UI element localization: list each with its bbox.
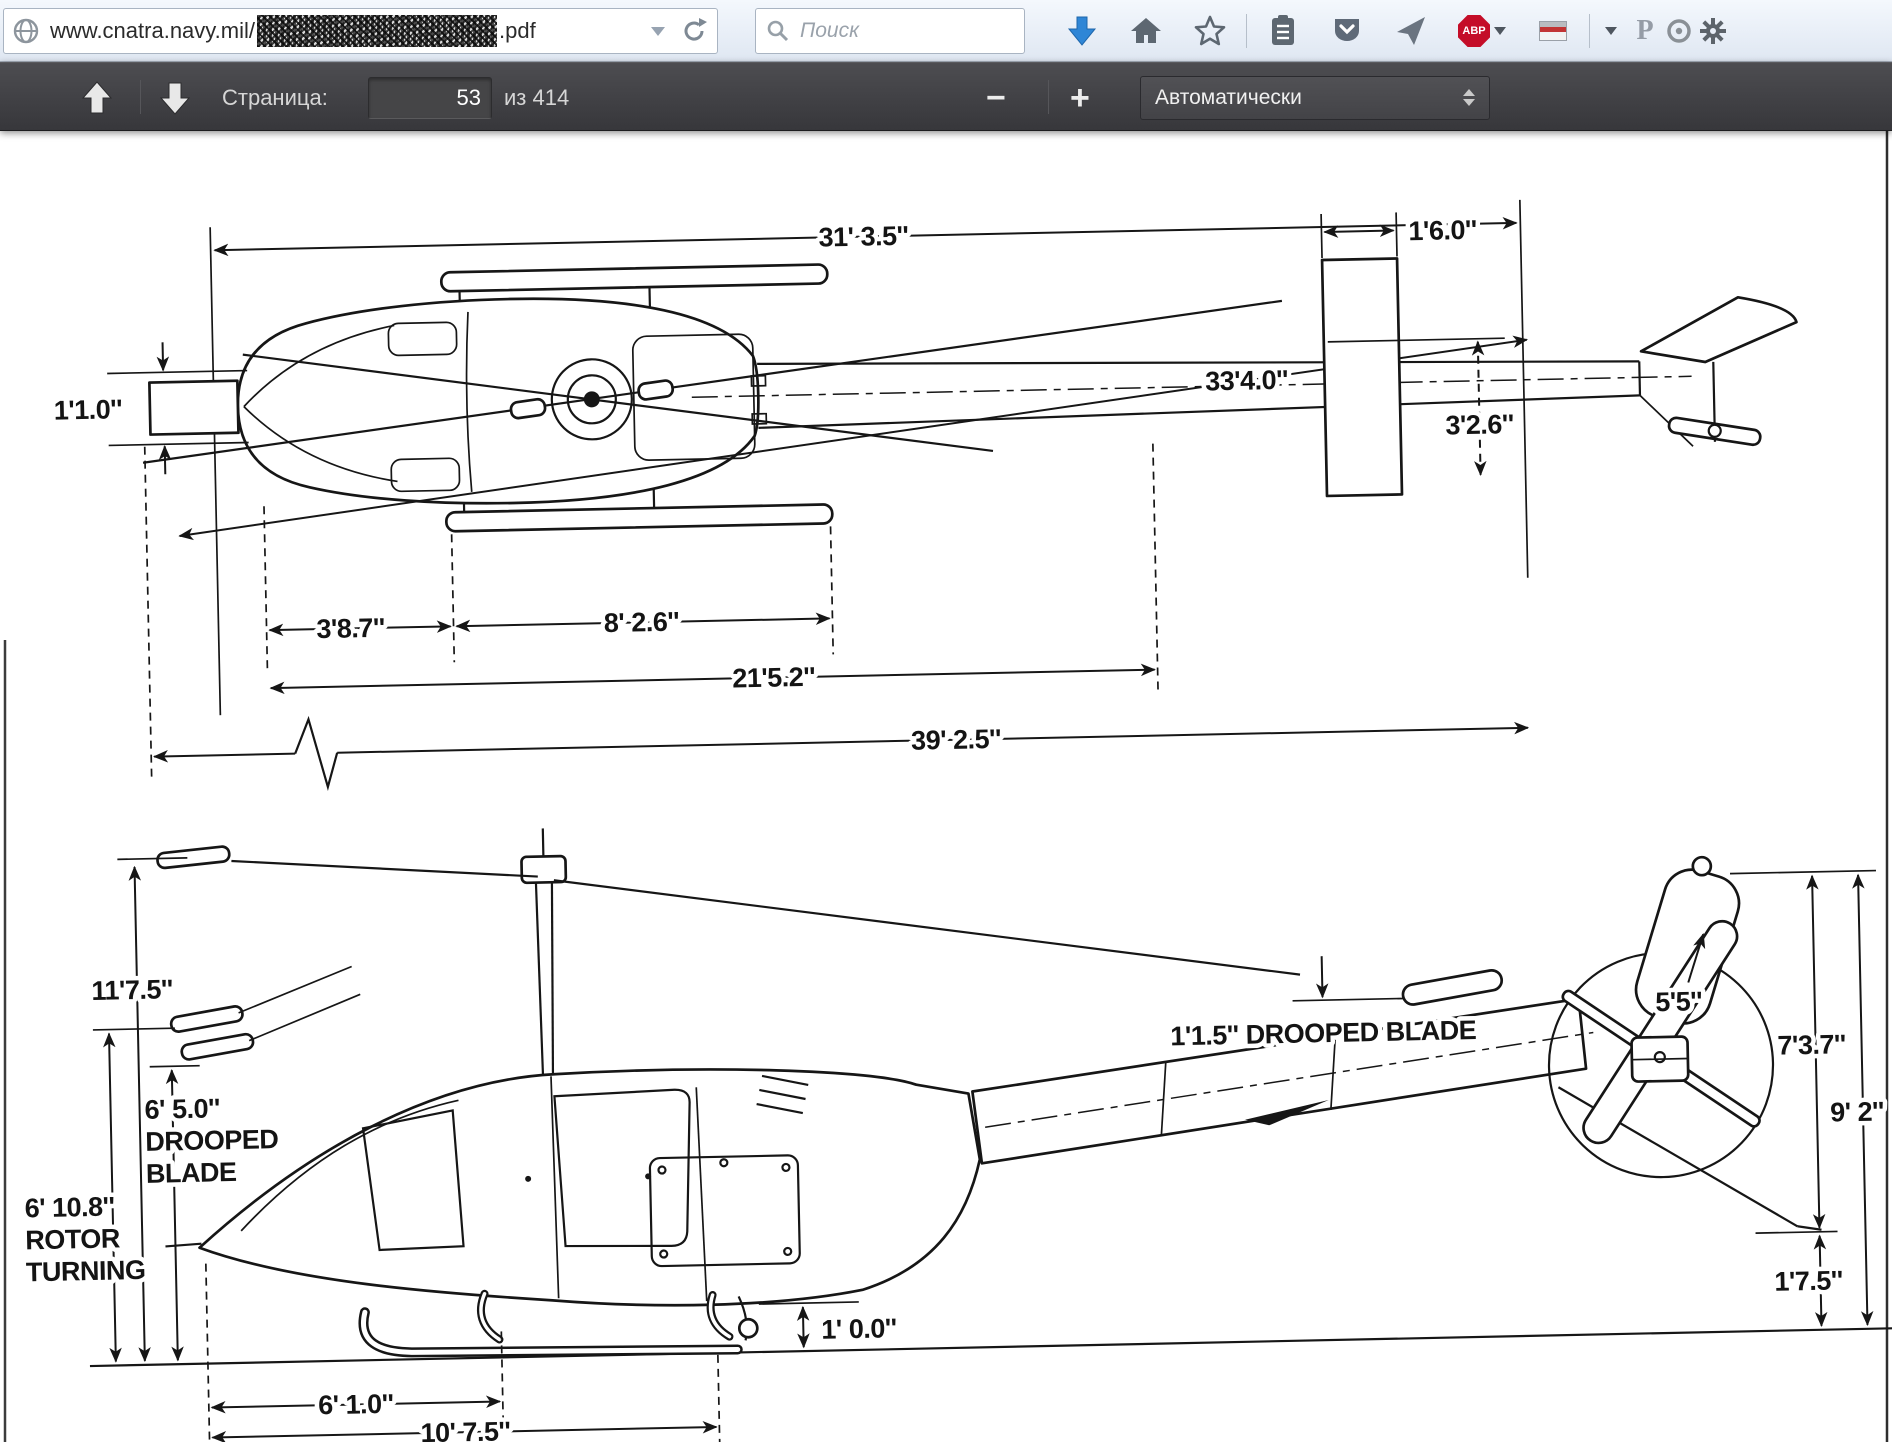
url-text-suffix: .pdf — [499, 18, 536, 44]
zoom-out-label: − — [986, 83, 1006, 113]
dim-stabilizer-span: 3'2.6'' — [1445, 409, 1514, 440]
toolbar-separator — [1246, 14, 1247, 48]
dim-tail-rotor-top-height: 7'3.7'' — [1777, 1029, 1846, 1060]
side-view-drawing: 5'5'' — [17, 800, 1892, 1442]
dim-rotor-head-height: 11'7.5'' — [91, 974, 173, 1006]
pocket-icon — [1332, 16, 1362, 46]
browser-toolbar: www.cnatra.navy.mil/ .pdf — [0, 0, 1892, 62]
dim-rotor-turning-word1: ROTOR — [25, 1223, 120, 1255]
url-text-prefix: www.cnatra.navy.mil/ — [50, 18, 255, 44]
url-history-dropdown[interactable] — [651, 27, 665, 36]
star-icon — [1194, 15, 1226, 47]
zoom-in-label: + — [1070, 83, 1090, 113]
globe-icon — [12, 17, 40, 45]
overflow-caret-icon — [1605, 27, 1617, 35]
overflow-menu-button[interactable] — [1594, 0, 1628, 62]
next-page-button[interactable] — [158, 63, 192, 132]
dim-front-drooped-blade-word1: DROOPED — [145, 1124, 279, 1157]
dim-skid-length: 8' 2.6'' — [604, 607, 680, 639]
toolbar-separator-2 — [1589, 14, 1590, 48]
settings-button[interactable] — [1696, 0, 1730, 62]
reading-list-button[interactable] — [1251, 0, 1315, 62]
arrow-down-icon — [158, 80, 192, 116]
sync-circle-icon — [1665, 17, 1693, 45]
send-tab-button[interactable] — [1379, 0, 1443, 62]
flag-image-icon — [1539, 21, 1567, 41]
home-icon — [1130, 16, 1162, 46]
dim-nose-width: 1'1.0'' — [53, 394, 122, 425]
dim-tail-drooped-blade: 1'1.5'' DROOPED BLADE — [1170, 1015, 1476, 1051]
download-button[interactable] — [1050, 0, 1114, 62]
zoom-mode-select[interactable]: Автоматически — [1140, 76, 1490, 120]
dim-front-drooped-blade-word2: BLADE — [146, 1157, 237, 1189]
dim-overall-tail-height: 9' 2'' — [1830, 1096, 1884, 1127]
bookmark-button[interactable] — [1178, 0, 1242, 62]
adblock-icon: ABP — [1458, 15, 1490, 47]
flag-extension-button[interactable] — [1521, 0, 1585, 62]
dim-nose-to-skid-rear: 10' 7.5'' — [420, 1416, 511, 1442]
gear-icon — [1699, 17, 1727, 45]
top-view-drawing: 31' 3.5'' 1'1.0'' — [50, 194, 1806, 792]
zoom-in-button[interactable]: + — [1070, 63, 1090, 132]
dim-rotor-tip-to-tip: 33'4.0'' — [1205, 365, 1289, 397]
arrow-up-icon — [80, 80, 114, 116]
url-bar[interactable]: www.cnatra.navy.mil/ .pdf — [3, 8, 718, 54]
page-number-input[interactable] — [368, 77, 492, 119]
zoom-out-button[interactable]: − — [986, 63, 1006, 132]
reload-icon[interactable] — [679, 16, 709, 46]
pdf-toolbar-separator-2 — [1048, 80, 1049, 114]
clipboard-icon — [1269, 15, 1297, 47]
search-icon — [766, 19, 790, 43]
page-label: Страница: — [222, 85, 328, 111]
dim-front-drooped-blade: 6' 5.0'' — [144, 1093, 220, 1125]
search-input[interactable] — [800, 19, 1000, 43]
sync-button[interactable] — [1662, 0, 1696, 62]
zoom-mode-value: Автоматически — [1155, 86, 1302, 110]
home-button[interactable] — [1114, 0, 1178, 62]
dim-fuselage-length: 21'5.2'' — [732, 662, 816, 694]
helicopter-dimension-diagram: 31' 3.5'' 1'1.0'' — [0, 0, 1892, 1442]
previous-page-button[interactable] — [80, 63, 114, 132]
pdf-viewer-toolbar: Страница: из 414 − + Автоматически — [0, 62, 1892, 131]
pocket-button[interactable] — [1315, 0, 1379, 62]
dim-tail-skid-clearance: 1'7.5'' — [1774, 1265, 1843, 1296]
download-icon — [1067, 15, 1097, 47]
dim-overall-length: 39' 2.5'' — [911, 724, 1002, 756]
pdf-toolbar-separator-1 — [140, 80, 141, 114]
dim-belly-clearance: 1' 0.0'' — [821, 1313, 897, 1345]
select-updown-icon — [1463, 89, 1475, 106]
paper-plane-icon — [1395, 15, 1427, 47]
url-redacted-segment — [257, 15, 497, 47]
dim-rotor-turning: 6' 10.8'' — [24, 1192, 115, 1224]
dim-rotor-turning-word2: TURNING — [26, 1255, 146, 1287]
adblock-dropdown-caret[interactable] — [1494, 27, 1506, 35]
dim-nose-to-skid: 3'8.7'' — [316, 613, 385, 644]
dim-tail-rotor-diameter: 5'5'' — [1655, 986, 1702, 1017]
dim-main-rotor-diameter: 31' 3.5'' — [818, 221, 909, 253]
search-box[interactable] — [755, 8, 1025, 54]
dim-nose-to-skid-front: 6' 1.0'' — [318, 1389, 394, 1421]
proxy-p-icon: P — [1636, 15, 1653, 47]
page-count-label: из 414 — [504, 85, 569, 111]
adblock-button[interactable]: ABP — [1443, 0, 1521, 62]
proxy-extension-button[interactable]: P — [1628, 0, 1662, 62]
dim-stabilizer-chord: 1'6.0'' — [1408, 215, 1477, 246]
